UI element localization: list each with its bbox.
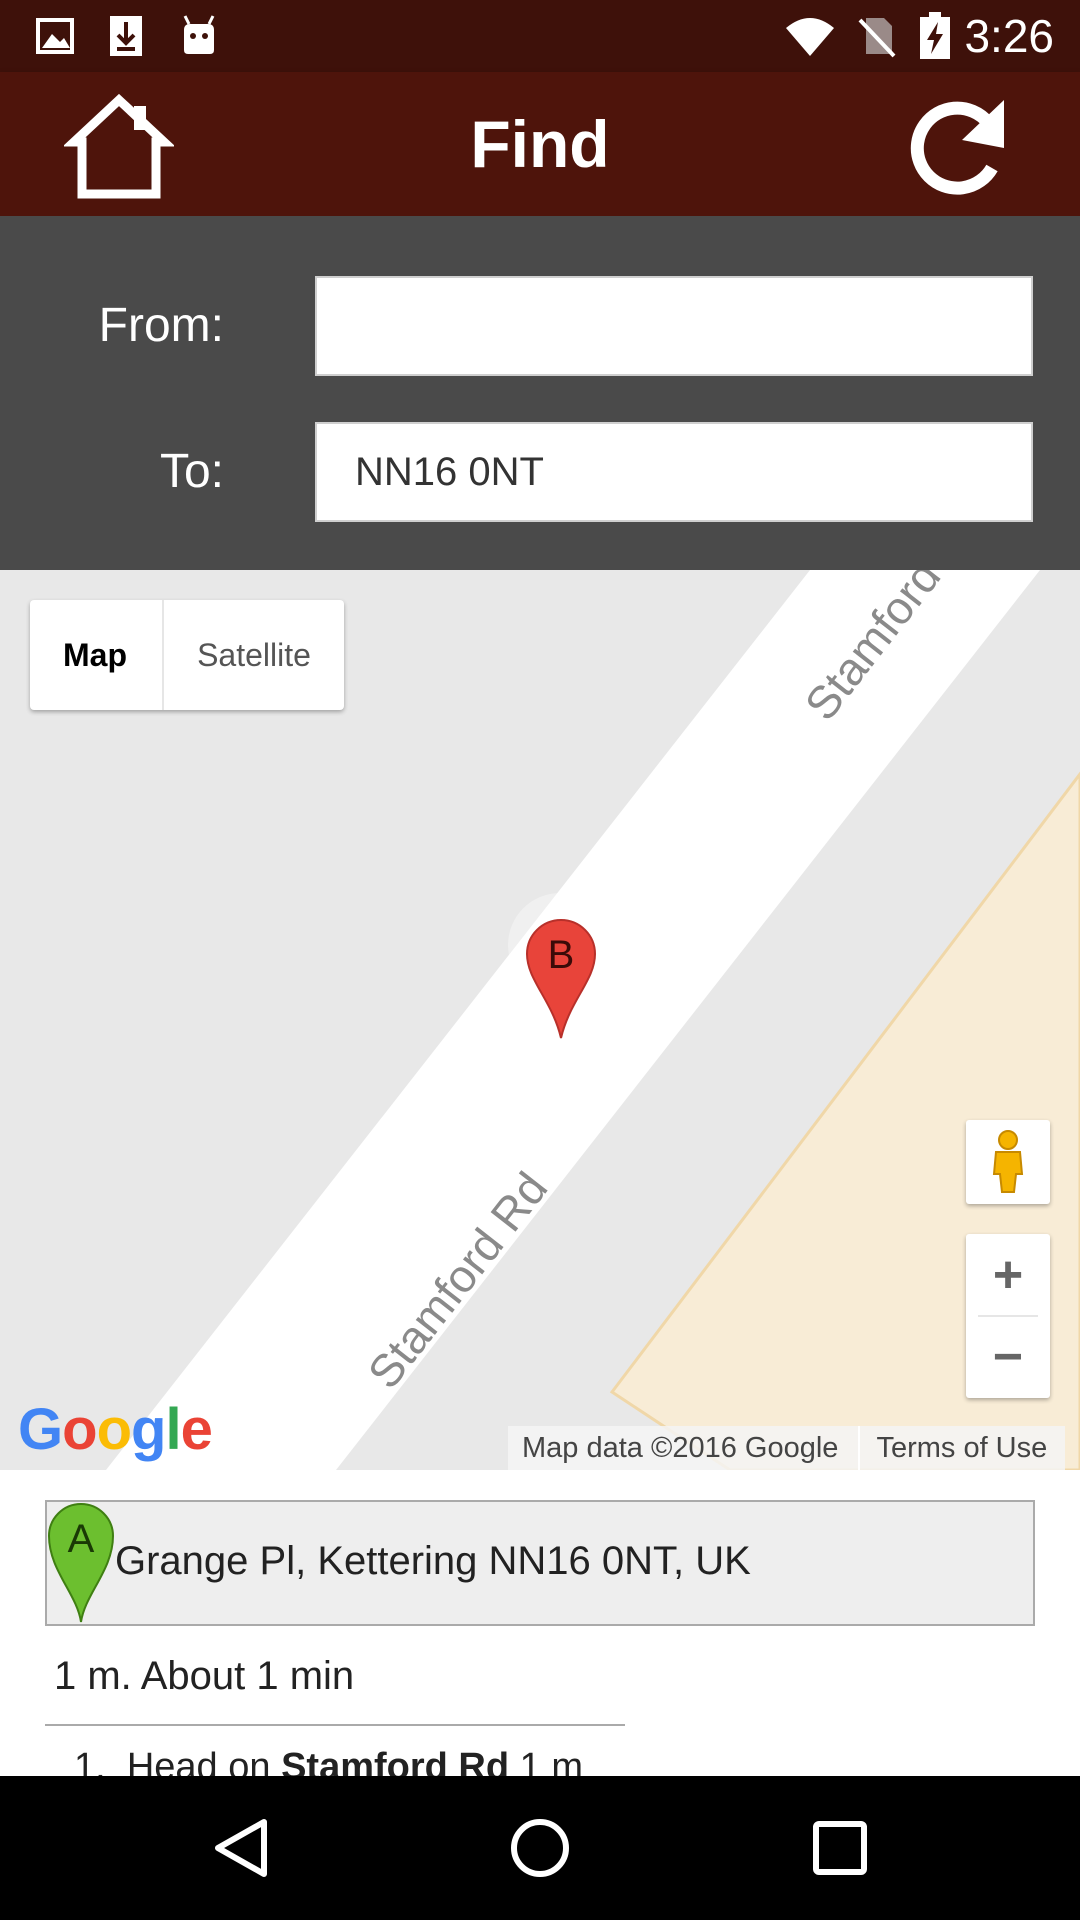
to-label: To: [159, 445, 224, 498]
zoom-control: + − [966, 1234, 1050, 1398]
street-view-button[interactable] [966, 1120, 1050, 1204]
home-icon [62, 93, 176, 199]
pegman-icon [992, 1130, 1024, 1193]
battery-charging-icon [920, 12, 950, 59]
wifi-icon [786, 18, 834, 56]
destination-card: A Grange Pl, Kettering NN16 0NT, UK [45, 1500, 1035, 1626]
terms-of-use-link[interactable]: Terms of Use [860, 1426, 1065, 1470]
destination-address: Grange Pl, Kettering NN16 0NT, UK [115, 1539, 751, 1583]
marker-a-label: A [68, 1517, 95, 1561]
status-bar: 3:26 [0, 0, 1080, 72]
image-icon [36, 18, 74, 54]
navigation-bar [0, 1776, 1080, 1920]
android-icon [183, 15, 215, 54]
summary-divider [45, 1724, 625, 1726]
marker-a-icon: A [47, 1503, 115, 1623]
back-button[interactable] [210, 1816, 274, 1880]
marker-b-label: B [548, 933, 575, 977]
map-type-control: Map Satellite [30, 600, 344, 710]
map-data-text: Map data ©2016 Google [522, 1432, 839, 1464]
route-form: From: To: [0, 216, 1080, 570]
download-icon [110, 16, 142, 56]
recents-button[interactable] [810, 1818, 870, 1878]
home-button[interactable] [62, 92, 176, 202]
status-time: 3:26 [964, 10, 1054, 62]
from-label: From: [98, 299, 224, 352]
home-nav-button[interactable] [508, 1816, 572, 1880]
refresh-icon [910, 100, 1004, 195]
to-input[interactable] [315, 422, 1033, 522]
map-type-map-button[interactable]: Map [30, 600, 160, 710]
zoom-in-button[interactable]: + [966, 1234, 1050, 1316]
app-bar: Find [0, 72, 1080, 216]
map-attribution: Map data ©2016 Google Terms of Use [508, 1426, 1066, 1470]
map-view[interactable]: Stamford Rd Stamford B Map Satellite + −… [0, 570, 1080, 1470]
zoom-out-button[interactable]: − [966, 1316, 1050, 1398]
from-input[interactable] [315, 276, 1033, 376]
no-sim-icon [858, 18, 896, 58]
map-type-satellite-button[interactable]: Satellite [162, 600, 344, 710]
route-summary: 1 m. About 1 min [54, 1654, 355, 1698]
refresh-button[interactable] [904, 92, 1014, 202]
google-logo: Google [18, 1397, 213, 1462]
